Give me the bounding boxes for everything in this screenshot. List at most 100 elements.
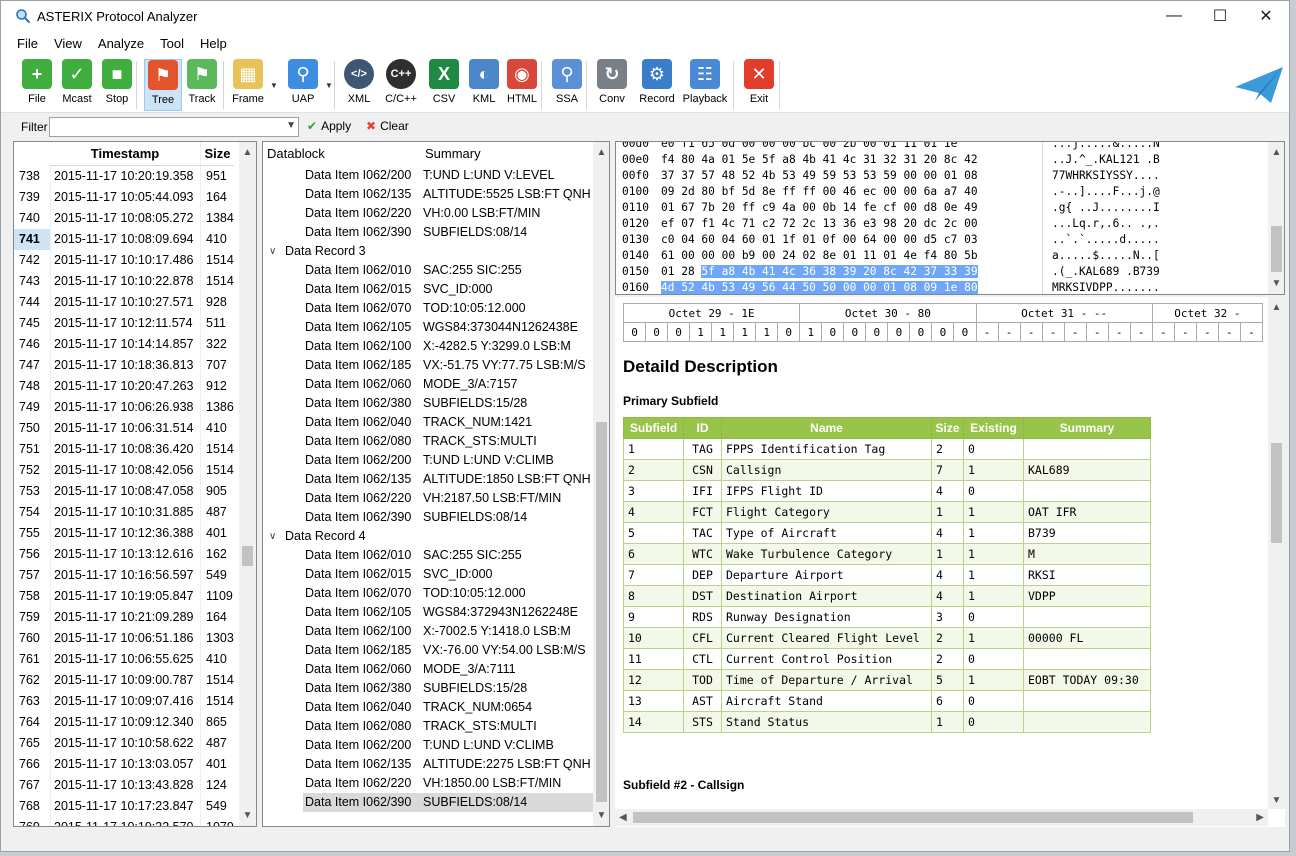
scroll-thumb[interactable] <box>1271 443 1282 543</box>
toolbar-cc-button[interactable]: C++ C/C++ <box>381 59 421 111</box>
scroll-down-icon[interactable]: ▼ <box>1268 275 1284 292</box>
packet-row[interactable]: 745 2015-11-17 10:12:11.574 511 <box>14 313 234 334</box>
toolbar-xml-button[interactable]: </> XML <box>341 59 377 111</box>
tree-item-node[interactable]: Data Item I062/010 SAC:255 SIC:255 <box>263 261 593 280</box>
packet-row[interactable]: 742 2015-11-17 10:10:17.486 1514 <box>14 250 234 271</box>
packet-row[interactable]: 739 2015-11-17 10:05:44.093 164 <box>14 187 234 208</box>
tree-scrollbar[interactable]: ▲ ▼ <box>593 142 609 826</box>
tree-item-node[interactable]: Data Item I062/380 SUBFIELDS:15/28 <box>263 679 593 698</box>
chevron-down-icon[interactable]: ▼ <box>286 120 296 131</box>
packet-row[interactable]: 765 2015-11-17 10:10:58.622 487 <box>14 733 234 754</box>
scroll-down-icon[interactable]: ▼ <box>1268 792 1285 809</box>
expand-chevron-icon[interactable]: ∨ <box>269 527 276 546</box>
dropdown-arrow-icon[interactable]: ▼ <box>325 81 333 90</box>
timestamp-header[interactable]: Timestamp <box>50 142 200 166</box>
scroll-thumb[interactable] <box>1271 226 1282 272</box>
packet-row[interactable]: 759 2015-11-17 10:21:09.289 164 <box>14 607 234 628</box>
tree-item-node[interactable]: Data Item I062/060 MODE_3/A:7111 <box>263 660 593 679</box>
scroll-down-icon[interactable]: ▼ <box>593 807 609 824</box>
tree-item-node[interactable]: Data Item I062/080 TRACK_STS:MULTI <box>263 717 593 736</box>
tree-item-node[interactable]: Data Item I062/200 T:UND L:UND V:CLIMB <box>263 736 593 755</box>
packet-row[interactable]: 762 2015-11-17 10:09:00.787 1514 <box>14 670 234 691</box>
tree-item-node[interactable]: Data Item I062/015 SVC_ID:000 <box>263 565 593 584</box>
tree-item-node[interactable]: Data Item I062/070 TOD:10:05:12.000 <box>263 584 593 603</box>
toolbar-html-button[interactable]: ◉ HTML <box>504 59 540 111</box>
minimize-button[interactable]: — <box>1151 1 1197 31</box>
packet-row[interactable]: 763 2015-11-17 10:09:07.416 1514 <box>14 691 234 712</box>
packet-row[interactable]: 744 2015-11-17 10:10:27.571 928 <box>14 292 234 313</box>
tree-item-node[interactable]: Data Item I062/185 VX:-51.75 VY:77.75 LSB… <box>263 356 593 375</box>
tree-item-node[interactable]: Data Item I062/040 TRACK_NUM:0654 <box>263 698 593 717</box>
menu-view[interactable]: View <box>46 36 90 51</box>
packet-row[interactable]: 768 2015-11-17 10:17:23.847 549 <box>14 796 234 817</box>
tree-item-node[interactable]: Data Item I062/015 SVC_ID:000 <box>263 280 593 299</box>
scroll-down-icon[interactable]: ▼ <box>239 807 256 824</box>
tree-record-node[interactable]: ∨ Data Record 4 <box>263 527 593 546</box>
tree-item-node[interactable]: Data Item I062/185 VX:-76.00 VY:54.00 LSB… <box>263 641 593 660</box>
toolbar-mcast-button[interactable]: ✓ Mcast <box>59 59 95 111</box>
datablock-header[interactable]: Datablock <box>267 146 325 161</box>
tree-item-node[interactable]: Data Item I062/220 VH:1850.00 LSB:FT/MIN <box>263 774 593 793</box>
packet-row[interactable]: 767 2015-11-17 10:13:43.828 124 <box>14 775 234 796</box>
toolbar-csv-button[interactable]: X CSV <box>426 59 462 111</box>
packet-row[interactable]: 746 2015-11-17 10:14:14.857 322 <box>14 334 234 355</box>
packet-row[interactable]: 749 2015-11-17 10:06:26.938 1386 <box>14 397 234 418</box>
toolbar-uap-button[interactable]: ⚲ UAP <box>283 59 323 111</box>
detail-scrollbar[interactable]: ▲ ▼ <box>1268 297 1285 809</box>
tree-item-node[interactable]: Data Item I062/220 VH:0.00 LSB:FT/MIN <box>263 204 593 223</box>
packet-row[interactable]: 754 2015-11-17 10:10:31.885 487 <box>14 502 234 523</box>
tree-item-node[interactable]: Data Item I062/100 X:-4282.5 Y:3299.0 LSB… <box>263 337 593 356</box>
packet-row[interactable]: 740 2015-11-17 10:08:05.272 1384 <box>14 208 234 229</box>
hscroll-thumb[interactable] <box>633 812 1193 823</box>
menu-help[interactable]: Help <box>192 36 235 51</box>
packet-row[interactable]: 764 2015-11-17 10:09:12.340 865 <box>14 712 234 733</box>
tree-item-node[interactable]: Data Item I062/390 SUBFIELDS:08/14 <box>263 793 593 812</box>
tree-item-node[interactable]: Data Item I062/390 SUBFIELDS:08/14 <box>263 223 593 242</box>
scroll-thumb[interactable] <box>242 546 253 566</box>
packet-row[interactable]: 766 2015-11-17 10:13:03.057 401 <box>14 754 234 775</box>
packet-row[interactable]: 753 2015-11-17 10:08:47.058 905 <box>14 481 234 502</box>
tree-item-node[interactable]: Data Item I062/135 ALTITUDE:2275 LSB:FT Q… <box>263 755 593 774</box>
packet-row[interactable]: 757 2015-11-17 10:16:56.597 549 <box>14 565 234 586</box>
detail-hscrollbar[interactable]: ◀ ▶ <box>615 809 1268 826</box>
tree-record-node[interactable]: ∨ Data Record 3 <box>263 242 593 261</box>
scroll-left-icon[interactable]: ◀ <box>619 809 627 826</box>
expand-chevron-icon[interactable]: ∨ <box>269 242 276 261</box>
packet-row[interactable]: 750 2015-11-17 10:06:31.514 410 <box>14 418 234 439</box>
scroll-up-icon[interactable]: ▲ <box>239 144 256 161</box>
toolbar-frame-button[interactable]: ▦ Frame <box>228 59 268 111</box>
filter-input[interactable]: ▼ <box>49 117 299 137</box>
tree-item-node[interactable]: Data Item I062/220 VH:2187.50 LSB:FT/MIN <box>263 489 593 508</box>
summary-header[interactable]: Summary <box>425 146 481 161</box>
tree-item-node[interactable]: Data Item I062/135 ALTITUDE:5525 LSB:FT Q… <box>263 185 593 204</box>
packet-row[interactable]: 760 2015-11-17 10:06:51.186 1303 <box>14 628 234 649</box>
dropdown-arrow-icon[interactable]: ▼ <box>270 81 278 90</box>
tree-item-node[interactable]: Data Item I062/200 T:UND L:UND V:CLIMB <box>263 451 593 470</box>
packet-row[interactable]: 758 2015-11-17 10:19:05.847 1109 <box>14 586 234 607</box>
toolbar-track-button[interactable]: ⚑ Track <box>183 59 221 111</box>
tree-item-node[interactable]: Data Item I062/105 WGS84:373044N1262438E <box>263 318 593 337</box>
scroll-up-icon[interactable]: ▲ <box>1268 144 1284 161</box>
toolbar-ssa-button[interactable]: ⚲ SSA <box>549 59 585 111</box>
menu-file[interactable]: File <box>1 36 46 51</box>
scroll-up-icon[interactable]: ▲ <box>1268 299 1285 316</box>
menu-analyze[interactable]: Analyze <box>90 36 152 51</box>
packet-row[interactable]: 752 2015-11-17 10:08:42.056 1514 <box>14 460 234 481</box>
packet-row[interactable]: 751 2015-11-17 10:08:36.420 1514 <box>14 439 234 460</box>
toolbar-file-button[interactable]: + File <box>19 59 55 111</box>
tree-item-node[interactable]: Data Item I062/010 SAC:255 SIC:255 <box>263 546 593 565</box>
tree-item-node[interactable]: Data Item I062/100 X:-7002.5 Y:1418.0 LSB… <box>263 622 593 641</box>
tree-item-node[interactable]: Data Item I062/390 SUBFIELDS:08/14 <box>263 508 593 527</box>
toolbar-playback-button[interactable]: ☷ Playback <box>681 59 729 111</box>
toolbar-exit-button[interactable]: ✕ Exit <box>741 59 777 111</box>
packet-row[interactable]: 738 2015-11-17 10:20:19.358 951 <box>14 166 234 187</box>
apply-button[interactable]: ✔ Apply <box>307 119 351 133</box>
packet-row[interactable]: 743 2015-11-17 10:10:22.878 1514 <box>14 271 234 292</box>
packet-row[interactable]: 741 2015-11-17 10:08:09.694 410 <box>14 229 234 250</box>
menu-tool[interactable]: Tool <box>152 36 192 51</box>
packet-row[interactable]: 756 2015-11-17 10:13:12.616 162 <box>14 544 234 565</box>
tree-item-node[interactable]: Data Item I062/060 MODE_3/A:7157 <box>263 375 593 394</box>
scroll-right-icon[interactable]: ▶ <box>1256 809 1264 826</box>
packet-row[interactable]: 761 2015-11-17 10:06:55.625 410 <box>14 649 234 670</box>
packet-row[interactable]: 748 2015-11-17 10:20:47.263 912 <box>14 376 234 397</box>
